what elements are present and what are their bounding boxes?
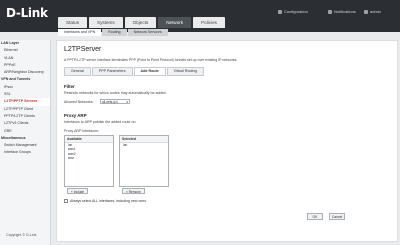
sidebar-item-l2tp-client[interactable]: L2TP/PPTP Client xyxy=(0,106,50,113)
tab-general[interactable]: General xyxy=(64,67,91,76)
checkbox-box[interactable] xyxy=(64,199,68,203)
allowed-networks-select[interactable]: all-nets-ip4 ▾ xyxy=(100,99,130,104)
sidebar-item-ethernet[interactable]: Ethernet xyxy=(0,47,50,54)
selected-header: Selected xyxy=(120,136,168,143)
top-bar: D-Link Configuration Notifications admin… xyxy=(0,0,400,32)
allowed-networks-label: Allowed Networks: xyxy=(64,100,94,104)
sidebar-item-gre[interactable]: GRE xyxy=(0,128,50,135)
remove-label: Remove xyxy=(128,190,141,194)
configuration-link[interactable]: Configuration xyxy=(278,9,308,14)
proxy-arp-text: Interfaces to ARP publish the added rout… xyxy=(64,120,137,124)
select-all-label: Always select ALL interfaces, including … xyxy=(70,199,147,203)
sidebar-group-vpn[interactable]: VPN and Tunnels xyxy=(0,76,50,83)
notifications-link[interactable]: Notifications xyxy=(328,9,356,14)
subtab-network-services[interactable]: Network Services xyxy=(127,29,168,36)
proxy-arp-list-label: Proxy ARP interfaces: xyxy=(64,129,99,133)
sub-nav: Interfaces and VPN Routing Network Servi… xyxy=(58,29,168,36)
sidebar-item-interface-groups[interactable]: Interface Groups xyxy=(0,149,50,156)
notifications-label: Notifications xyxy=(334,9,356,14)
main-panel: L2TPServer A PPTP/L2TP server interface … xyxy=(56,40,398,242)
tab-virtual-routing[interactable]: Virtual Routing xyxy=(166,67,205,76)
available-list[interactable]: Available lan wan1 wan2 dmz xyxy=(64,135,114,187)
sidebar-item-ipsec[interactable]: IPsec xyxy=(0,84,50,91)
tab-systems[interactable]: Systems xyxy=(89,17,123,28)
sidebar-item-arp[interactable]: ARP/Neighbor Discovery xyxy=(0,69,50,76)
ok-button[interactable]: OK xyxy=(307,213,323,220)
remove-button[interactable]: × Remove xyxy=(122,188,145,194)
sidebar-item-pptp-clients[interactable]: PPTP/L2TP Clients xyxy=(0,113,50,120)
sidebar-item-switch-mgmt[interactable]: Switch Management xyxy=(0,142,50,149)
select-all-checkbox[interactable]: Always select ALL interfaces, including … xyxy=(64,199,147,203)
subtab-interfaces-vpn[interactable]: Interfaces and VPN xyxy=(58,29,102,36)
sidebar-item-ssl[interactable]: SSL xyxy=(0,91,50,98)
tab-add-route[interactable]: Add Route xyxy=(133,67,166,76)
sidebar-item-vlan[interactable]: VLAN xyxy=(0,55,50,62)
configuration-label: Configuration xyxy=(284,9,308,14)
user-label: admin xyxy=(370,9,381,14)
tab-objects[interactable]: Objects xyxy=(124,17,157,28)
sidebar-group-misc[interactable]: Miscellaneous xyxy=(0,135,50,142)
sidebar-group-lan-layer[interactable]: LAN Layer xyxy=(0,40,50,47)
bell-icon xyxy=(328,9,332,14)
subtab-routing[interactable]: Routing xyxy=(102,29,127,36)
user-menu[interactable]: admin xyxy=(364,9,381,14)
proxy-arp-heading: Proxy ARP xyxy=(64,113,87,118)
tab-network[interactable]: Network xyxy=(158,17,192,28)
content-tabs: General PPP Parameters Add Route Virtual… xyxy=(64,67,205,76)
chevron-down-icon: ▾ xyxy=(126,100,128,104)
main-nav: Status Systems Objects Network Policies xyxy=(58,17,225,28)
gear-icon xyxy=(278,9,282,14)
page-description: A PPTP/L2TP server interface terminates … xyxy=(64,58,238,62)
include-button[interactable]: + Include xyxy=(67,188,89,194)
sidebar-item-l2tpv3[interactable]: L2TPv3 Clients xyxy=(0,120,50,127)
allowed-networks-value: all-nets-ip4 xyxy=(102,100,118,104)
sidebar-item-l2tp-servers[interactable]: L2TP/PPTP Servers xyxy=(0,98,50,106)
tab-status[interactable]: Status xyxy=(58,17,88,28)
user-icon xyxy=(364,9,368,14)
list-item[interactable]: dmz xyxy=(65,156,113,160)
selected-list[interactable]: Selected lan xyxy=(119,135,169,187)
filter-text: Restricts networks for which routes may … xyxy=(64,91,167,95)
include-label: Include xyxy=(73,190,85,194)
tab-policies[interactable]: Policies xyxy=(193,17,225,28)
tab-ppp-parameters[interactable]: PPP Parameters xyxy=(91,67,133,76)
available-header: Available xyxy=(65,136,113,143)
dlink-logo: D-Link xyxy=(6,6,48,20)
sidebar-item-pppoe[interactable]: PPPoE xyxy=(0,62,50,69)
copyright: Copyright © D-Link xyxy=(6,233,37,237)
filter-heading: Filter xyxy=(64,84,75,89)
list-item[interactable]: lan xyxy=(120,143,168,147)
cancel-button[interactable]: Cancel xyxy=(329,213,345,220)
sidebar: LAN Layer Ethernet VLAN PPPoE ARP/Neighb… xyxy=(0,40,51,245)
page-title: L2TPServer xyxy=(64,46,102,53)
